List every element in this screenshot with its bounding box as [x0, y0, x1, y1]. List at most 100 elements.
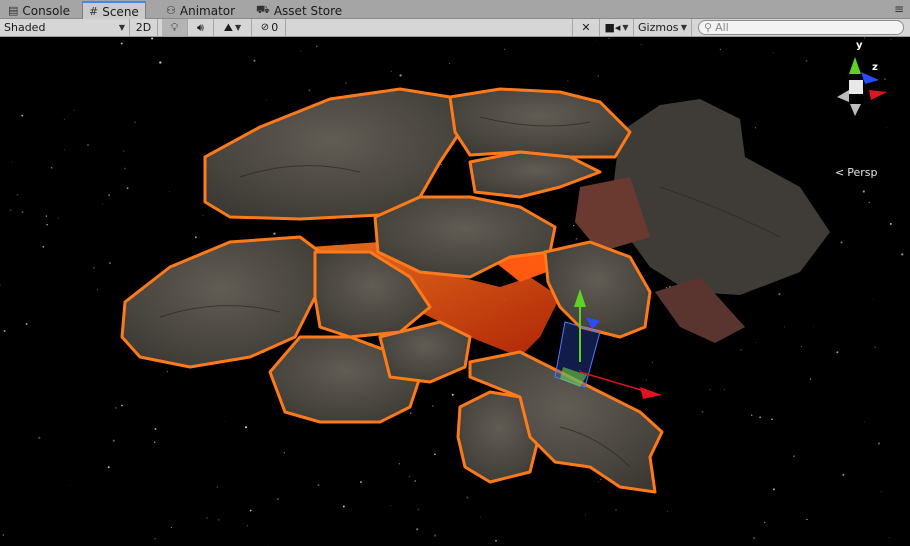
star [134, 121, 136, 123]
star [246, 525, 249, 527]
console-icon: ▤ [8, 4, 19, 17]
persp-icon: < [835, 166, 845, 179]
star [300, 50, 302, 52]
effects-icon: ⛰ [223, 20, 234, 34]
star [21, 114, 24, 117]
shading-mode-dropdown[interactable]: Shaded ▼ [0, 19, 130, 36]
star [842, 473, 845, 476]
star [114, 406, 117, 409]
star [57, 217, 59, 219]
tab-label: Asset Store [273, 3, 343, 18]
2d-toggle-button[interactable]: 2D [130, 19, 158, 36]
star [862, 190, 865, 193]
star [46, 224, 48, 226]
z-axis-label: z [872, 62, 878, 73]
star [399, 74, 402, 77]
shading-mode-label: Shaded [4, 21, 46, 34]
star [889, 222, 892, 225]
tab-scene[interactable]: # Scene [82, 1, 146, 20]
star [723, 389, 725, 390]
star [154, 538, 156, 540]
star [102, 203, 103, 205]
star [154, 428, 157, 430]
dropdown-arrow-icon: ▼ [118, 23, 125, 32]
camera-settings-dropdown[interactable]: ■◂ ▼ [600, 19, 634, 36]
star [440, 163, 442, 166]
star [886, 127, 888, 128]
tab-menu-icon[interactable]: ≡ [894, 2, 904, 16]
star [806, 518, 808, 521]
star [108, 194, 110, 196]
star [759, 416, 762, 419]
star [166, 371, 168, 373]
star [16, 193, 19, 196]
star [608, 38, 610, 39]
effects-dropdown[interactable]: ⛰ ▼ [214, 19, 252, 36]
star [585, 514, 586, 516]
star [449, 62, 451, 65]
tab-asset-store[interactable]: ⛟ Asset Store [250, 2, 348, 19]
grid-icon: # [89, 5, 99, 18]
star [151, 37, 154, 40]
tab-animator[interactable]: ⚇ Animator [160, 2, 241, 19]
star [317, 484, 320, 487]
star [772, 488, 775, 491]
hidden-objects-toggle[interactable]: ⊘ 0 [254, 19, 286, 36]
star [108, 261, 112, 265]
star [153, 55, 154, 57]
star [615, 509, 617, 511]
search-input[interactable]: ⚲ All [698, 20, 904, 35]
star [877, 442, 881, 445]
star [0, 284, 1, 286]
star [772, 52, 774, 54]
star [416, 528, 419, 531]
star [3, 330, 6, 332]
star [206, 517, 208, 519]
star [69, 485, 71, 486]
star [9, 209, 12, 212]
star [805, 60, 808, 62]
tools-button[interactable]: ✕ [572, 19, 600, 36]
star [64, 149, 66, 151]
star [170, 526, 172, 528]
star [793, 455, 795, 457]
audio-toggle-button[interactable]: 🔊︎ [188, 19, 214, 36]
star [123, 150, 125, 152]
star [11, 161, 13, 163]
star [597, 75, 600, 77]
star [432, 405, 434, 407]
star [504, 48, 506, 50]
star [750, 414, 753, 417]
speaker-icon: 🔊︎ [197, 20, 204, 34]
star [600, 479, 602, 481]
star [244, 426, 248, 429]
star [408, 476, 411, 478]
star [719, 48, 722, 51]
star [778, 293, 781, 296]
search-placeholder: All [715, 21, 729, 34]
star [359, 481, 362, 484]
star [25, 323, 28, 325]
lighting-toggle-button[interactable]: 💡︎ [162, 19, 188, 36]
star [96, 289, 99, 291]
star [63, 118, 65, 120]
orientation-gizmo[interactable] [825, 42, 895, 122]
projection-toggle[interactable]: < Persp [835, 166, 877, 179]
star [573, 225, 575, 227]
star [709, 389, 711, 391]
star [2, 534, 5, 536]
star [563, 87, 565, 88]
star [651, 361, 653, 363]
tab-console[interactable]: ▤ Console [2, 2, 76, 19]
star [283, 452, 286, 454]
star [764, 521, 766, 524]
scene-viewport[interactable]: y z < Persp [0, 37, 910, 546]
star [901, 253, 904, 256]
star [646, 379, 647, 381]
star [218, 519, 220, 521]
star [410, 412, 412, 414]
gizmos-dropdown[interactable]: Gizmos ▼ [634, 19, 692, 36]
star [888, 537, 890, 539]
star [390, 505, 392, 507]
star [754, 127, 757, 129]
